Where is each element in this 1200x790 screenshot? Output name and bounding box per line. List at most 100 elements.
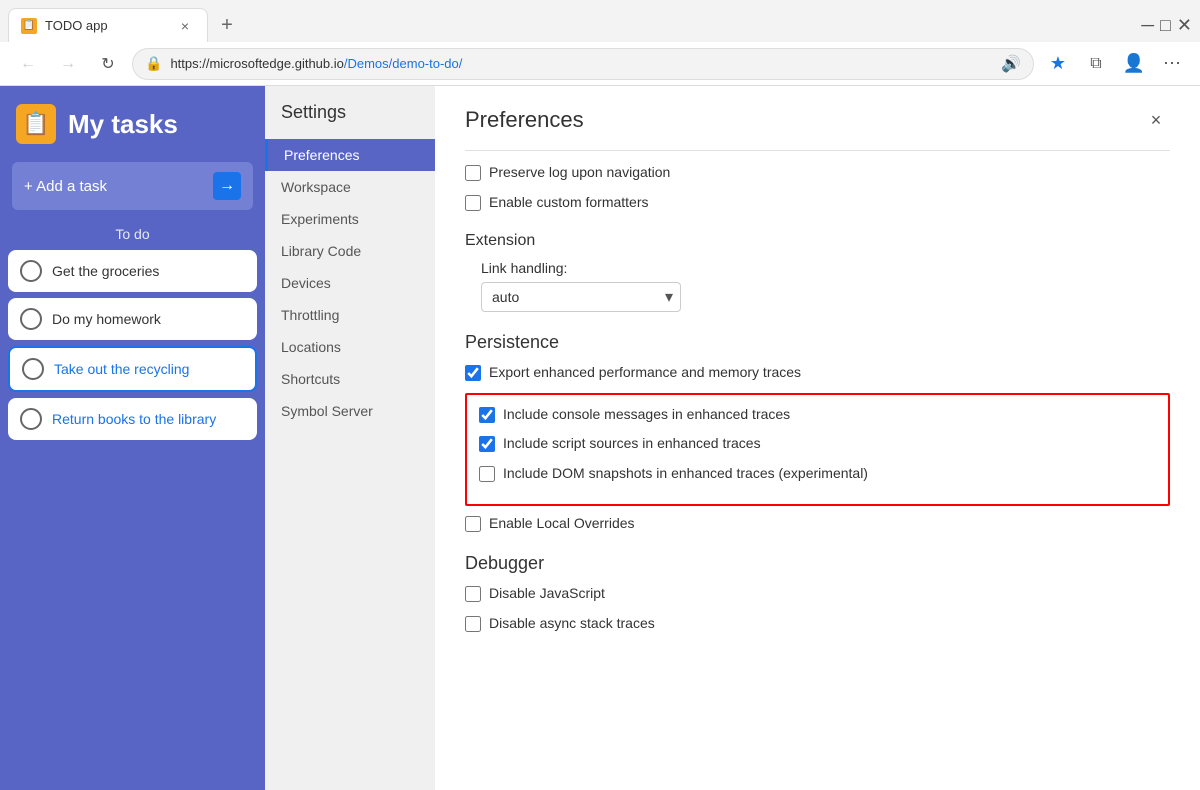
task-checkbox-3[interactable]	[22, 358, 44, 380]
content-area: 📋 My tasks + Add a task → To do Get the …	[0, 86, 1200, 790]
persistence-section: Persistence Export enhanced performance …	[465, 332, 1170, 533]
tab-bar: 📋 TODO app × + ─ □ ✕	[0, 0, 1200, 42]
todo-section-label: To do	[0, 226, 265, 242]
task-text-1: Get the groceries	[52, 262, 159, 280]
active-tab[interactable]: 📋 TODO app ×	[8, 8, 208, 42]
add-task-label: + Add a task	[24, 178, 205, 195]
minimize-button[interactable]: ─	[1141, 15, 1154, 36]
divider	[465, 150, 1170, 151]
preferences-title: Preferences	[465, 107, 584, 133]
dom-snapshots-checkbox[interactable]	[479, 466, 495, 482]
sidebar-item-workspace[interactable]: Workspace	[265, 171, 435, 203]
disable-js-row: Disable JavaScript	[465, 584, 1170, 604]
dom-snapshots-label: Include DOM snapshots in enhanced traces…	[503, 464, 868, 484]
devtools-panel: Settings Preferences Workspace Experimen…	[265, 86, 1200, 790]
maximize-button[interactable]: □	[1160, 15, 1171, 36]
extension-section: Extension Link handling: auto manual off…	[465, 232, 1170, 312]
custom-formatters-checkbox[interactable]	[465, 195, 481, 211]
local-overrides-checkbox[interactable]	[465, 516, 481, 532]
task-checkbox-1[interactable]	[20, 260, 42, 282]
settings-content-header: Preferences ×	[465, 106, 1170, 134]
script-sources-checkbox[interactable]	[479, 436, 495, 452]
refresh-button[interactable]: ↻	[92, 48, 124, 80]
new-tab-button[interactable]: +	[212, 10, 242, 40]
task-text-3: Take out the recycling	[54, 360, 189, 378]
link-handling-wrapper: auto manual off ▾	[481, 282, 681, 312]
disable-async-label: Disable async stack traces	[489, 614, 655, 634]
disable-js-checkbox[interactable]	[465, 586, 481, 602]
favorites-button[interactable]: ★	[1042, 48, 1074, 80]
disable-async-row: Disable async stack traces	[465, 614, 1170, 634]
tab-title: TODO app	[45, 18, 167, 33]
script-sources-label: Include script sources in enhanced trace…	[503, 434, 761, 454]
highlighted-persistence-group: Include console messages in enhanced tra…	[465, 393, 1170, 506]
link-handling-select[interactable]: auto manual off	[481, 282, 681, 312]
task-text-2: Do my homework	[52, 310, 161, 328]
task-item-active[interactable]: Take out the recycling	[8, 346, 257, 392]
console-messages-row: Include console messages in enhanced tra…	[479, 405, 1156, 425]
sidebar-item-preferences[interactable]: Preferences	[265, 139, 435, 171]
custom-formatters-row: Enable custom formatters	[465, 193, 1170, 213]
task-item[interactable]: Do my homework	[8, 298, 257, 340]
link-handling-label: Link handling:	[481, 260, 1170, 276]
preserve-log-label: Preserve log upon navigation	[489, 163, 670, 183]
back-button[interactable]: ←	[12, 48, 44, 80]
read-aloud-icon[interactable]: 🔊	[1001, 54, 1021, 74]
local-overrides-row: Enable Local Overrides	[465, 514, 1170, 534]
add-task-bar[interactable]: + Add a task →	[12, 162, 253, 210]
disable-async-checkbox[interactable]	[465, 616, 481, 632]
dom-snapshots-row: Include DOM snapshots in enhanced traces…	[479, 464, 1156, 484]
disable-js-label: Disable JavaScript	[489, 584, 605, 604]
export-traces-label: Export enhanced performance and memory t…	[489, 363, 801, 383]
sidebar-item-experiments[interactable]: Experiments	[265, 203, 435, 235]
collections-button[interactable]: ⧉	[1080, 48, 1112, 80]
forward-button[interactable]: →	[52, 48, 84, 80]
task-text-4: Return books to the library	[52, 410, 216, 428]
profile-button[interactable]: 👤	[1118, 48, 1150, 80]
lock-icon: 🔒	[145, 55, 162, 72]
settings-content: Preferences × Preserve log upon navigati…	[435, 86, 1200, 790]
todo-header: 📋 My tasks	[0, 86, 265, 162]
address-bar[interactable]: 🔒 https://microsoftedge.github.io/Demos/…	[132, 48, 1034, 80]
export-traces-checkbox[interactable]	[465, 365, 481, 381]
tab-favicon: 📋	[21, 18, 37, 34]
debugger-title: Debugger	[465, 553, 1170, 574]
address-text: https://microsoftedge.github.io/Demos/de…	[170, 56, 993, 71]
todo-app-title: My tasks	[68, 109, 178, 140]
task-checkbox-2[interactable]	[20, 308, 42, 330]
task-item[interactable]: Get the groceries	[8, 250, 257, 292]
todo-icon: 📋	[16, 104, 56, 144]
tab-close-button[interactable]: ×	[175, 16, 195, 36]
browser-chrome: 📋 TODO app × + ─ □ ✕ ← → ↻ 🔒 https://mic…	[0, 0, 1200, 86]
address-path: /Demos/demo-to-do/	[344, 56, 463, 71]
debugger-section: Debugger Disable JavaScript Disable asyn…	[465, 553, 1170, 633]
more-button[interactable]: ⋯	[1156, 48, 1188, 80]
close-window-button[interactable]: ✕	[1177, 15, 1192, 36]
preserve-log-row: Preserve log upon navigation	[465, 163, 1170, 183]
sidebar-item-shortcuts[interactable]: Shortcuts	[265, 363, 435, 395]
sidebar-item-library-code[interactable]: Library Code	[265, 235, 435, 267]
sidebar-item-symbol-server[interactable]: Symbol Server	[265, 395, 435, 427]
sidebar-item-devices[interactable]: Devices	[265, 267, 435, 299]
sidebar-item-throttling[interactable]: Throttling	[265, 299, 435, 331]
local-overrides-label: Enable Local Overrides	[489, 514, 635, 534]
custom-formatters-label: Enable custom formatters	[489, 193, 649, 213]
preserve-log-checkbox[interactable]	[465, 165, 481, 181]
nav-bar: ← → ↻ 🔒 https://microsoftedge.github.io/…	[0, 42, 1200, 86]
sidebar-item-locations[interactable]: Locations	[265, 331, 435, 363]
settings-sidebar: Settings Preferences Workspace Experimen…	[265, 86, 435, 790]
console-messages-label: Include console messages in enhanced tra…	[503, 405, 790, 425]
export-traces-row: Export enhanced performance and memory t…	[465, 363, 1170, 383]
settings-title: Settings	[265, 102, 435, 139]
console-messages-checkbox[interactable]	[479, 407, 495, 423]
console-settings-group: Preserve log upon navigation Enable cust…	[465, 163, 1170, 212]
todo-sidebar: 📋 My tasks + Add a task → To do Get the …	[0, 86, 265, 790]
task-checkbox-4[interactable]	[20, 408, 42, 430]
persistence-title: Persistence	[465, 332, 1170, 353]
script-sources-row: Include script sources in enhanced trace…	[479, 434, 1156, 454]
close-settings-button[interactable]: ×	[1142, 106, 1170, 134]
task-item[interactable]: Return books to the library	[8, 398, 257, 440]
nav-actions: ★ ⧉ 👤 ⋯	[1042, 48, 1188, 80]
extension-title: Extension	[465, 232, 1170, 250]
add-task-button[interactable]: →	[213, 172, 241, 200]
